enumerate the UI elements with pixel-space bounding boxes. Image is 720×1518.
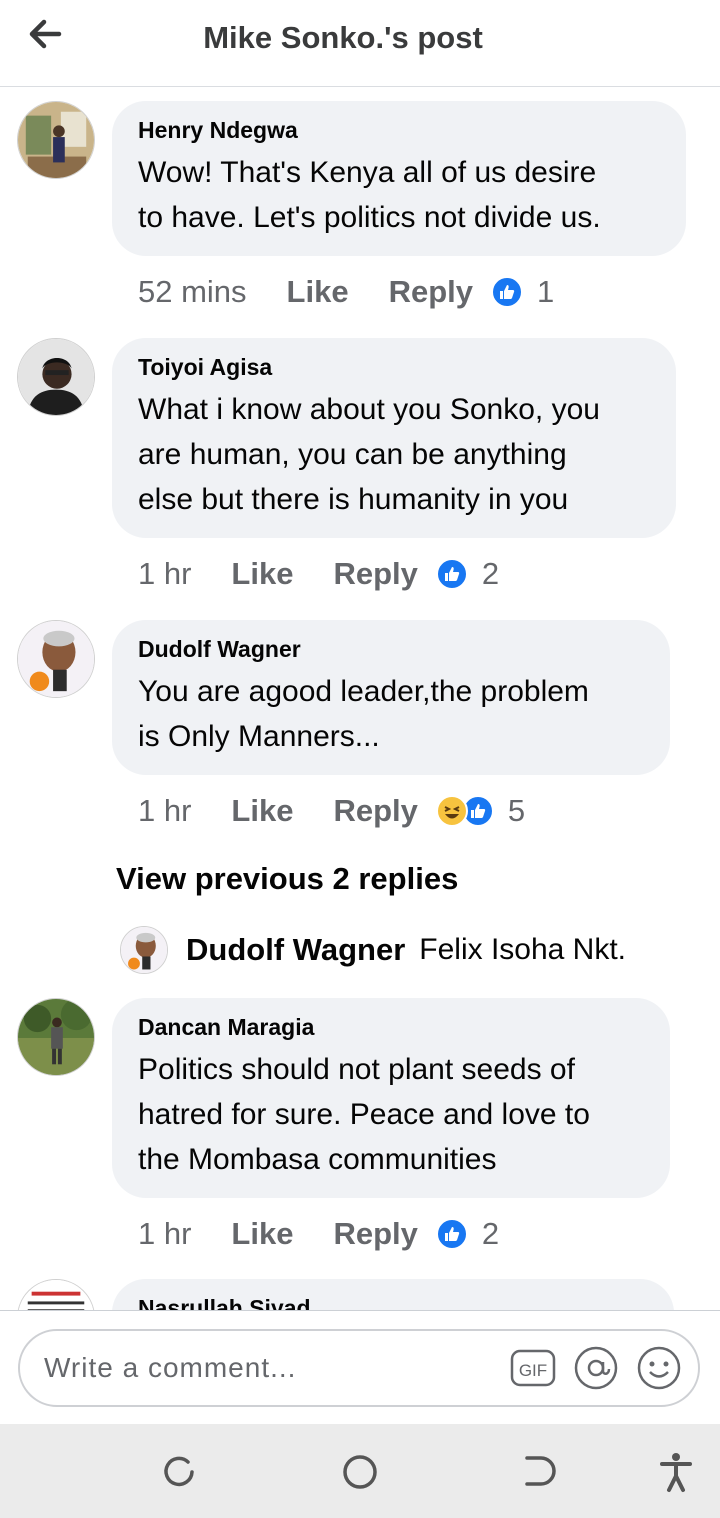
avatar[interactable] [17,101,95,179]
comment-composer: GIF [0,1310,720,1425]
reaction-count: 2 [481,1216,500,1251]
comment-input[interactable] [42,1347,486,1389]
top-bar: Mike Sonko.'s post [0,0,720,87]
comment-input-container: GIF [18,1329,700,1407]
haha-reaction-icon [435,795,468,827]
like-reaction-icon [491,276,523,308]
like-button[interactable]: Like [287,274,349,310]
reply-button[interactable]: Reply [333,1216,417,1252]
comment-time[interactable]: 1 hr [138,1216,191,1252]
reaction-count: 2 [481,556,500,591]
comment-meta: 1 hr Like Reply 2 [138,1214,499,1254]
reactions[interactable] [491,276,523,308]
like-reaction-icon [435,558,468,590]
comment-bubble: Henry Ndegwa Wow! That's Kenya all of us… [112,101,686,256]
comment-time[interactable]: 52 mins [138,274,247,310]
accessibility-icon[interactable] [654,1450,698,1494]
smiley-icon[interactable] [636,1345,682,1391]
like-button[interactable]: Like [231,556,293,592]
reactions[interactable] [435,1218,468,1250]
comment-author[interactable]: Dancan Maragia [138,1014,644,1041]
comment-bubble: Toiyoi Agisa What i know about you Sonko… [112,338,676,538]
comment-author[interactable]: Henry Ndegwa [138,117,660,144]
comment-meta: 1 hr Like Reply 5 [138,791,525,831]
comment-author[interactable]: Toiyoi Agisa [138,354,650,381]
gif-label: GIF [519,1361,547,1380]
reply-preview[interactable]: Dudolf Wagner Felix Isoha Nkt. [120,925,626,975]
comment-time[interactable]: 1 hr [138,556,191,592]
reply-author[interactable]: Dudolf Wagner [186,932,405,968]
reaction-count: 1 [537,274,555,309]
reply-button[interactable]: Reply [389,274,473,310]
comment-text: What i know about you Sonko, you are hum… [138,393,600,516]
avatar[interactable] [17,338,95,416]
reply-button[interactable]: Reply [333,556,417,592]
view-previous-replies-link[interactable]: View previous 2 replies [116,861,458,897]
comment-text: Wow! That's Kenya all of us desire to ha… [138,156,601,234]
comment-text: You are agood leader,the problem is Only… [138,675,589,753]
reactions[interactable] [435,558,468,590]
reaction-count: 5 [507,793,526,828]
page-title: Mike Sonko.'s post [203,20,483,55]
like-button[interactable]: Like [231,1216,293,1252]
at-sign-icon[interactable] [573,1345,619,1391]
comment-author[interactable]: Dudolf Wagner [138,636,644,663]
comment-author[interactable]: Nasrullah Siyad [138,1295,648,1310]
reply-text: Felix Isoha Nkt. [419,933,627,966]
reactions[interactable] [435,795,494,827]
gif-button[interactable]: GIF [510,1345,556,1391]
recent-apps-icon[interactable] [158,1450,202,1494]
avatar[interactable] [17,620,95,698]
avatar[interactable] [17,998,95,1076]
comment-bubble: Nasrullah Siyad [112,1279,674,1310]
reply-button[interactable]: Reply [333,793,417,829]
comment-time[interactable]: 1 hr [138,793,191,829]
comment-meta: 52 mins Like Reply 1 [138,272,554,312]
comment-bubble: Dancan Maragia Politics should not plant… [112,998,670,1198]
avatar[interactable] [17,1279,95,1310]
like-reaction-icon [435,1218,468,1250]
comment-bubble: Dudolf Wagner You are agood leader,the p… [112,620,670,775]
back-icon[interactable] [517,1450,561,1494]
like-button[interactable]: Like [231,793,293,829]
comments-list: Henry Ndegwa Wow! That's Kenya all of us… [0,87,720,1310]
avatar[interactable] [120,926,168,974]
system-nav-bar [0,1424,720,1518]
comment-text: Politics should not plant seeds of hatre… [138,1053,590,1176]
comment-meta: 1 hr Like Reply 2 [138,554,499,594]
home-icon[interactable] [338,1450,382,1494]
